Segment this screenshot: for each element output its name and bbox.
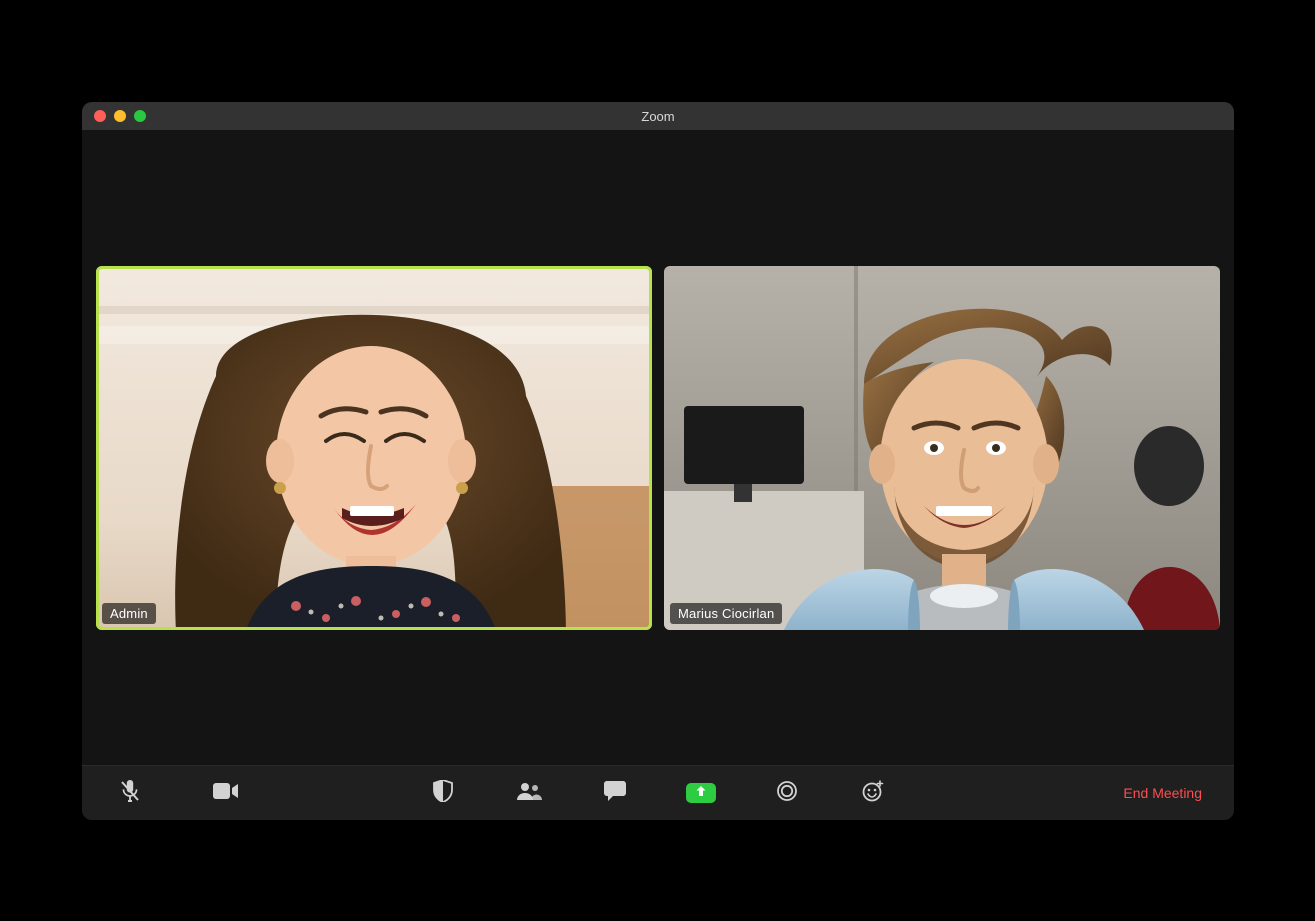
- participant-video-placeholder: [664, 266, 1220, 630]
- chat-button[interactable]: [597, 775, 633, 811]
- microphone-icon: [120, 780, 140, 807]
- participant-tile[interactable]: Marius Ciocirlan: [664, 266, 1220, 630]
- participant-name-label: Marius Ciocirlan: [670, 603, 782, 624]
- arrow-up-icon: [695, 784, 707, 802]
- record-button[interactable]: [769, 775, 805, 811]
- titlebar: Zoom: [82, 102, 1234, 130]
- toolbar-right-group: End Meeting: [1111, 766, 1214, 820]
- mute-button[interactable]: [112, 775, 148, 811]
- smiley-plus-icon: [862, 780, 884, 807]
- participant-name-label: Admin: [102, 603, 156, 624]
- window-title: Zoom: [82, 109, 1234, 124]
- share-screen-button[interactable]: [683, 775, 719, 811]
- security-button[interactable]: [425, 775, 461, 811]
- record-icon: [777, 781, 797, 806]
- toolbar-left-group: [82, 775, 244, 811]
- participants-button[interactable]: [511, 775, 547, 811]
- video-button[interactable]: [208, 775, 244, 811]
- reactions-button[interactable]: [855, 775, 891, 811]
- participant-tile[interactable]: Admin: [96, 266, 652, 630]
- participants-icon: [516, 782, 542, 805]
- end-meeting-button[interactable]: End Meeting: [1111, 779, 1214, 807]
- share-screen-pill: [686, 783, 716, 803]
- toolbar-center-group: [425, 775, 891, 811]
- video-grid: Admin: [82, 130, 1234, 765]
- meeting-toolbar: End Meeting: [82, 765, 1234, 820]
- zoom-window: Zoom: [82, 102, 1234, 820]
- shield-icon: [433, 780, 453, 807]
- chat-bubble-icon: [604, 781, 626, 806]
- video-camera-icon: [213, 782, 239, 805]
- participant-video-placeholder: [96, 266, 652, 630]
